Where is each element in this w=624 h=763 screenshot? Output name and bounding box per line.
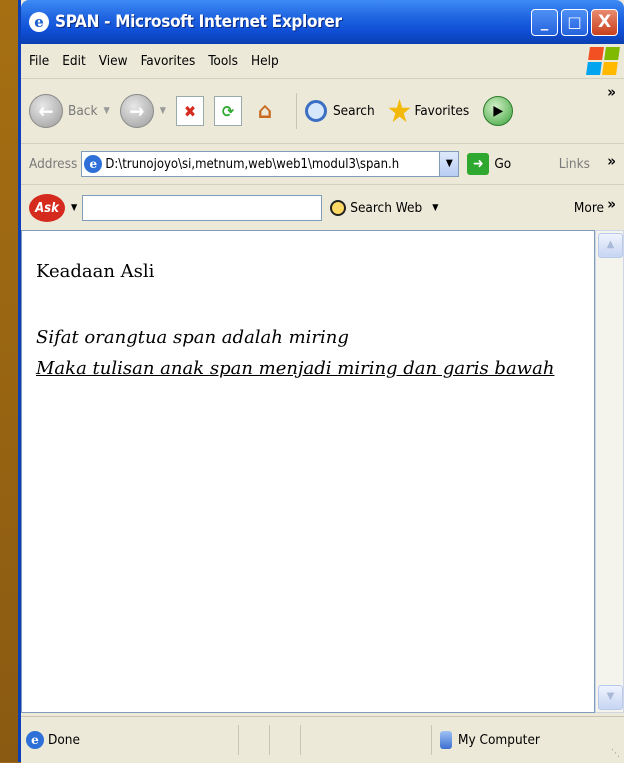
- menu-file[interactable]: File: [29, 53, 49, 69]
- more-chevron-icon[interactable]: »: [607, 195, 616, 213]
- search-web-icon[interactable]: [330, 200, 347, 216]
- standard-toolbar: ← Back ▼ → ▼ ✖ ⟳ ⌂ Search ★ Favorites ▶ …: [21, 79, 624, 144]
- forward-dropdown-icon[interactable]: ▼: [160, 106, 166, 116]
- address-dropdown-icon[interactable]: ▼: [439, 152, 459, 176]
- original-text: Keadaan Asli: [36, 261, 155, 282]
- search-button-label[interactable]: Search: [333, 103, 375, 119]
- menu-favorites[interactable]: Favorites: [141, 53, 196, 69]
- address-url[interactable]: D:\trunojoyo\si,metnum,web\web1\modul3\s…: [105, 157, 439, 172]
- go-button-label[interactable]: Go: [494, 156, 511, 172]
- window-title: SPAN - Microsoft Internet Explorer: [55, 12, 342, 32]
- menu-view[interactable]: View: [99, 53, 128, 69]
- toolbar-separator: [295, 93, 297, 129]
- favorites-star-icon[interactable]: ★: [387, 95, 413, 127]
- links-label[interactable]: Links: [559, 156, 590, 172]
- status-bar: e Done My Computer ⋱: [21, 716, 624, 763]
- status-segment: [300, 725, 331, 755]
- search-web-dropdown-icon[interactable]: ▼: [432, 203, 438, 213]
- scroll-down-icon[interactable]: ▼: [598, 685, 623, 710]
- scroll-up-icon[interactable]: ▲: [598, 233, 623, 258]
- italic-underline-span-text: Maka tulisan anak span menjadi miring da…: [36, 358, 555, 379]
- italic-span-text: Sifat orangtua span adalah miring: [36, 327, 349, 348]
- back-arrow-icon[interactable]: ←: [29, 94, 63, 128]
- status-text: Done: [48, 732, 80, 748]
- ask-search-input[interactable]: [82, 195, 323, 221]
- ask-logo[interactable]: Ask: [29, 194, 65, 222]
- address-label: Address: [29, 156, 78, 172]
- status-segment: [238, 725, 269, 755]
- address-bar: Address e D:\trunojoyo\si,metnum,web\web…: [21, 144, 624, 185]
- ask-dropdown-icon[interactable]: ▼: [71, 203, 77, 213]
- resize-grip-icon[interactable]: ⋱: [611, 748, 620, 759]
- title-bar[interactable]: e SPAN - Microsoft Internet Explorer _ □…: [21, 0, 624, 44]
- menu-tools[interactable]: Tools: [208, 53, 238, 69]
- more-button[interactable]: More: [574, 200, 604, 216]
- zone-label: My Computer: [458, 732, 540, 748]
- windows-logo-icon: [586, 47, 620, 75]
- home-icon[interactable]: ⌂: [252, 97, 278, 125]
- close-button[interactable]: X: [591, 8, 618, 36]
- ask-toolbar: Ask ▼ Search Web ▼ More »: [21, 185, 624, 232]
- address-field[interactable]: e D:\trunojoyo\si,metnum,web\web1\modul3…: [81, 151, 460, 177]
- back-dropdown-icon[interactable]: ▼: [104, 106, 110, 116]
- minimize-button[interactable]: _: [531, 8, 558, 36]
- favorites-button-label[interactable]: Favorites: [414, 103, 469, 119]
- computer-zone-icon: [440, 731, 452, 749]
- toolbar-more-chevron-icon[interactable]: »: [607, 83, 616, 101]
- links-chevron-icon[interactable]: »: [607, 152, 616, 170]
- refresh-icon[interactable]: ⟳: [213, 96, 242, 126]
- search-web-label[interactable]: Search Web: [350, 200, 422, 216]
- ie-window: e SPAN - Microsoft Internet Explorer _ □…: [18, 0, 624, 763]
- ie-icon: e: [29, 12, 49, 32]
- menu-bar: File Edit View Favorites Tools Help: [21, 44, 624, 79]
- go-arrow-icon[interactable]: ➜: [467, 153, 490, 175]
- page-status-icon: e: [26, 731, 44, 749]
- menu-help[interactable]: Help: [251, 53, 279, 69]
- media-icon[interactable]: ▶: [483, 96, 514, 126]
- forward-arrow-icon[interactable]: →: [119, 94, 154, 128]
- back-button-label[interactable]: Back: [68, 103, 98, 119]
- security-zone[interactable]: My Computer: [431, 725, 540, 755]
- status-segment: [269, 725, 300, 755]
- stop-icon[interactable]: ✖: [175, 96, 204, 126]
- maximize-button[interactable]: □: [561, 8, 588, 36]
- menu-edit[interactable]: Edit: [62, 53, 86, 69]
- search-icon[interactable]: [304, 100, 327, 122]
- page-icon: e: [84, 155, 103, 173]
- page-content: Keadaan Asli Sifat orangtua span adalah …: [21, 230, 595, 713]
- vertical-scrollbar[interactable]: ▲ ▼: [595, 230, 624, 713]
